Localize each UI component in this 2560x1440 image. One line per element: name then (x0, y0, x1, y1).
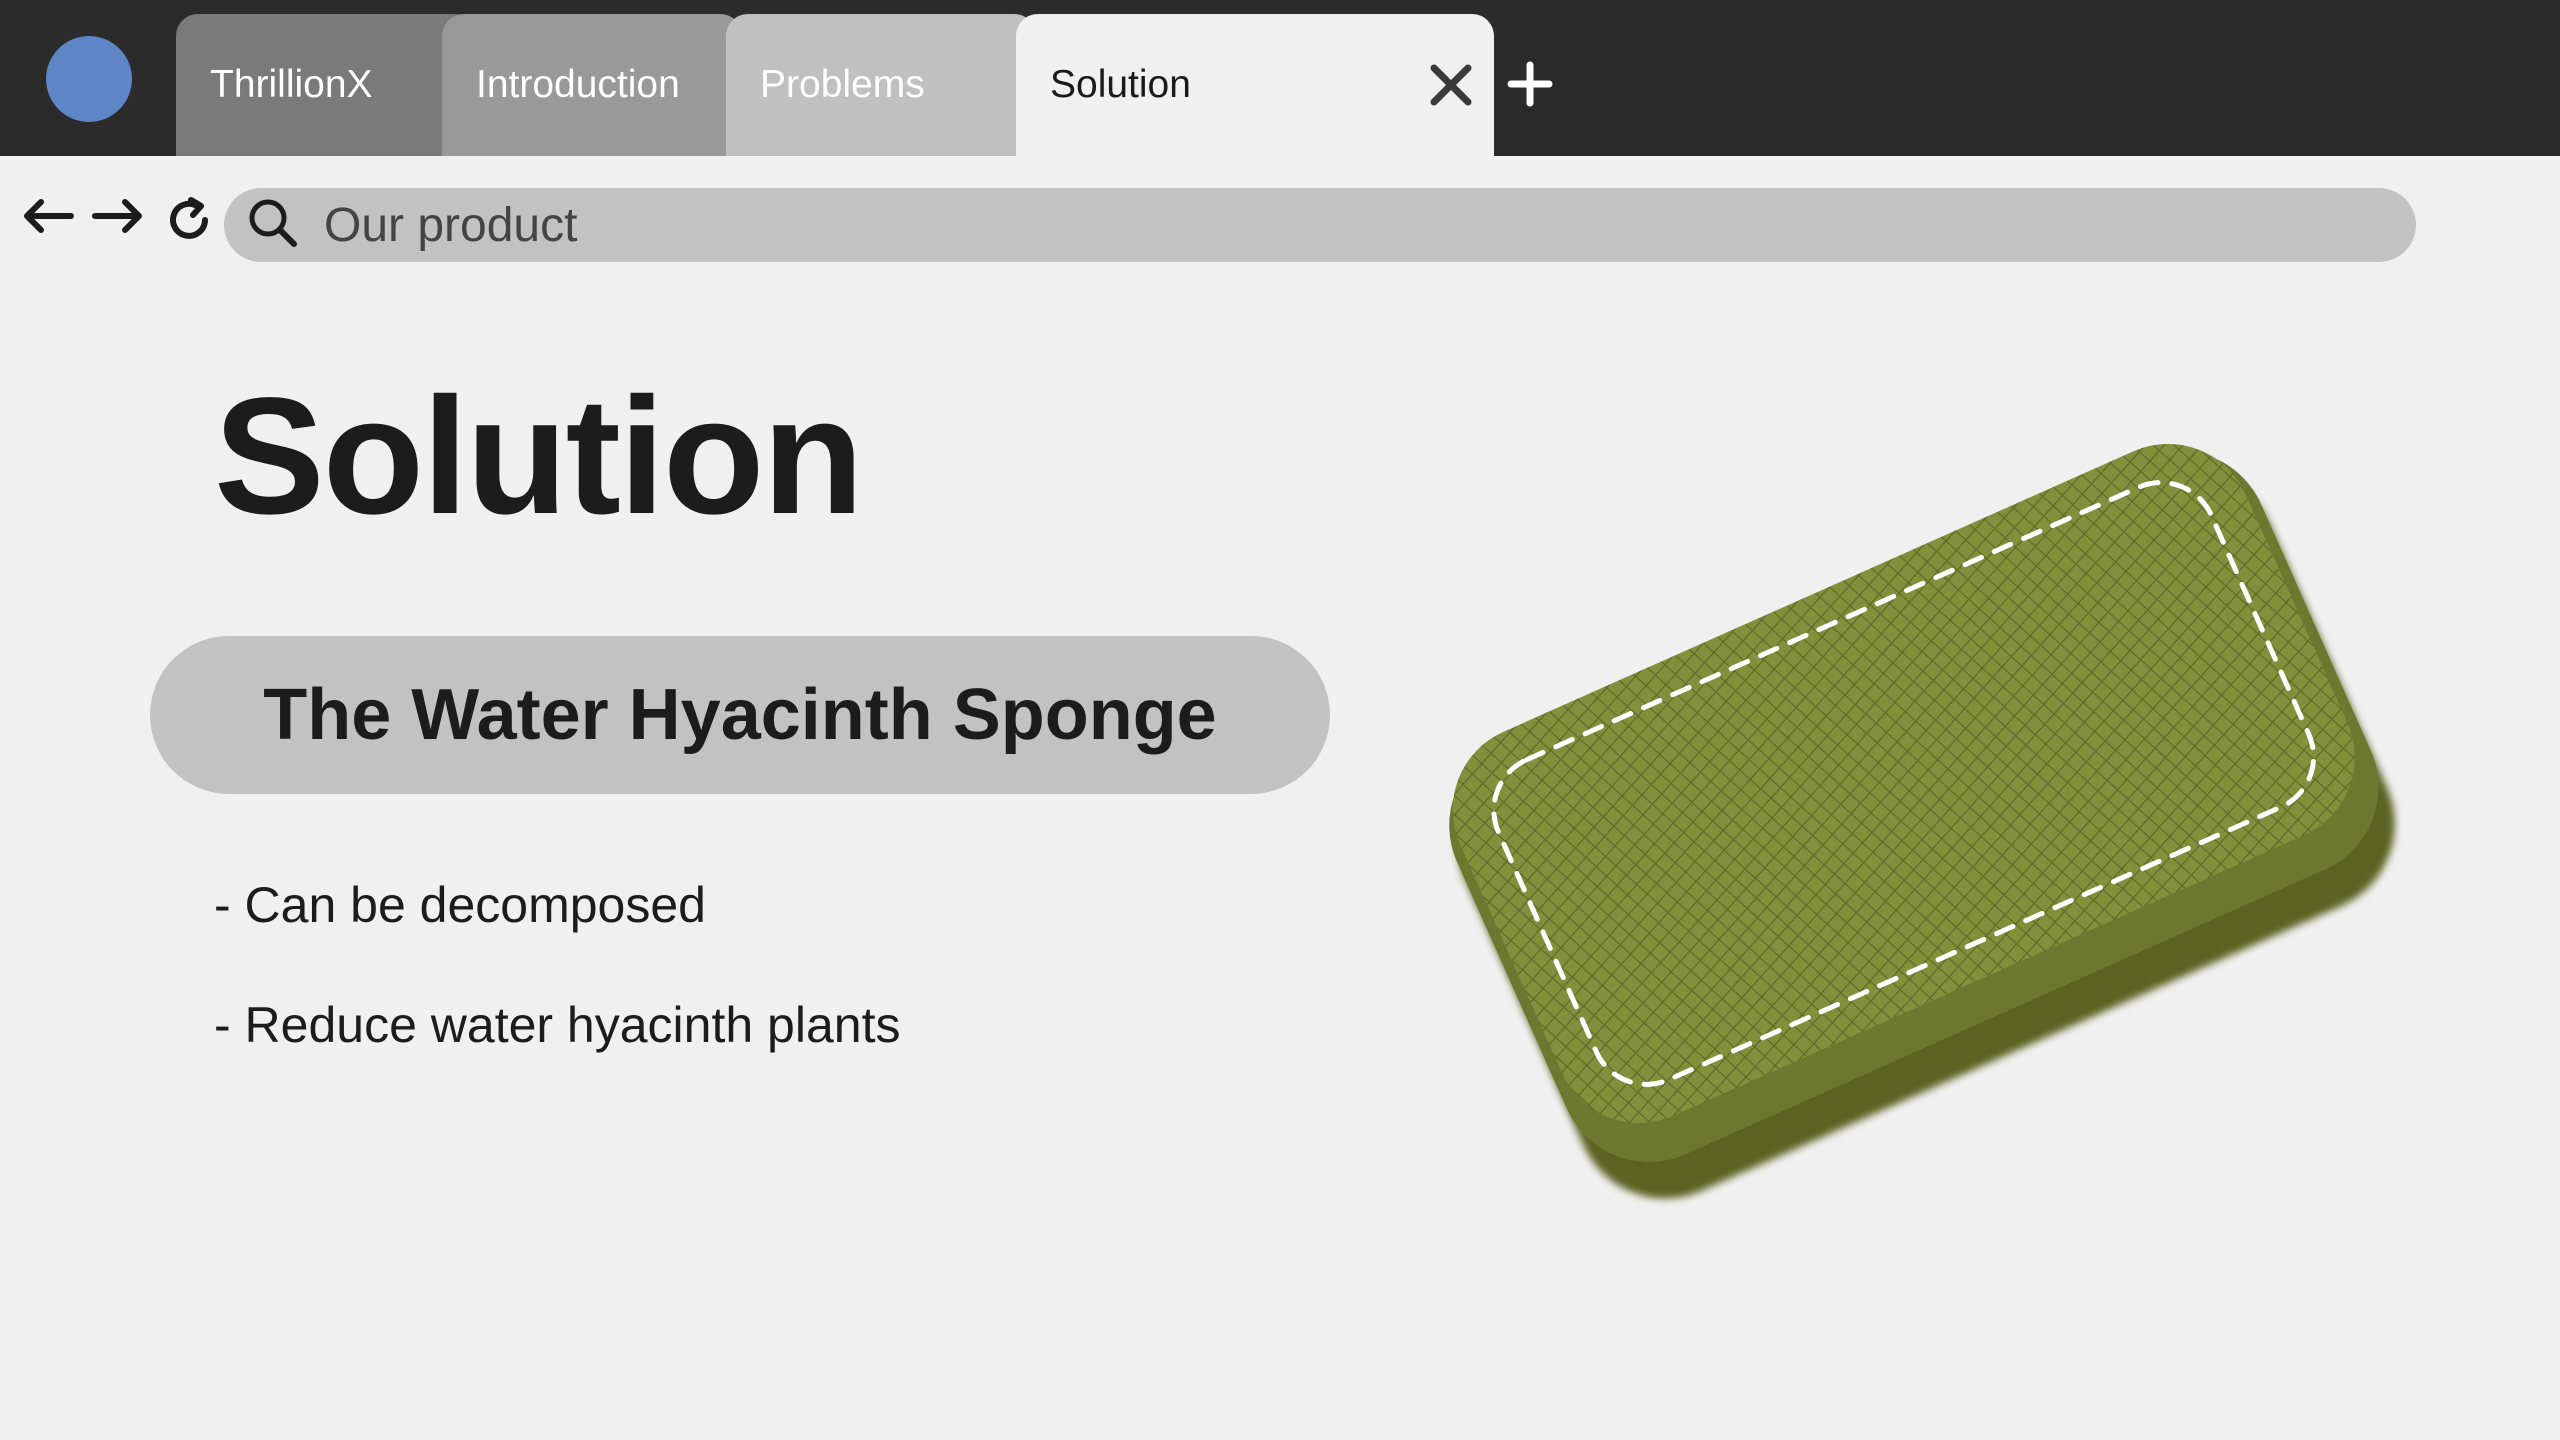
tab-problems[interactable]: Problems (726, 14, 1036, 156)
tab-solution[interactable]: Solution (1016, 14, 1494, 156)
bullet-item: - Can be decomposed (214, 877, 706, 933)
plus-icon[interactable] (1502, 56, 1558, 112)
close-icon[interactable] (1426, 60, 1476, 110)
page-title: Solution (214, 364, 864, 549)
reload-icon[interactable] (158, 196, 220, 244)
tab-label: Problems (760, 63, 925, 106)
tab-bar: ThrillionX Introduction Problems Solutio… (0, 0, 2560, 156)
tab-label: Solution (1050, 63, 1191, 106)
product-name: The Water Hyacinth Sponge (263, 675, 1217, 755)
product-name-pill: The Water Hyacinth Sponge (150, 636, 1330, 794)
tab-thrillionx[interactable]: ThrillionX (176, 14, 476, 156)
tab-label: ThrillionX (210, 63, 373, 106)
bullet-item: - Reduce water hyacinth plants (214, 997, 901, 1053)
tab-label: Introduction (476, 63, 680, 106)
tab-introduction[interactable]: Introduction (442, 14, 742, 156)
profile-dot-icon[interactable] (46, 36, 132, 122)
browser-window: ThrillionX Introduction Problems Solutio… (0, 0, 2560, 1440)
address-input[interactable] (324, 197, 2324, 253)
sponge-illustration (1449, 443, 2395, 1199)
search-icon (246, 196, 300, 255)
arrow-left-icon[interactable] (16, 196, 78, 236)
address-bar[interactable] (224, 188, 2416, 262)
arrow-right-icon[interactable] (88, 196, 150, 236)
